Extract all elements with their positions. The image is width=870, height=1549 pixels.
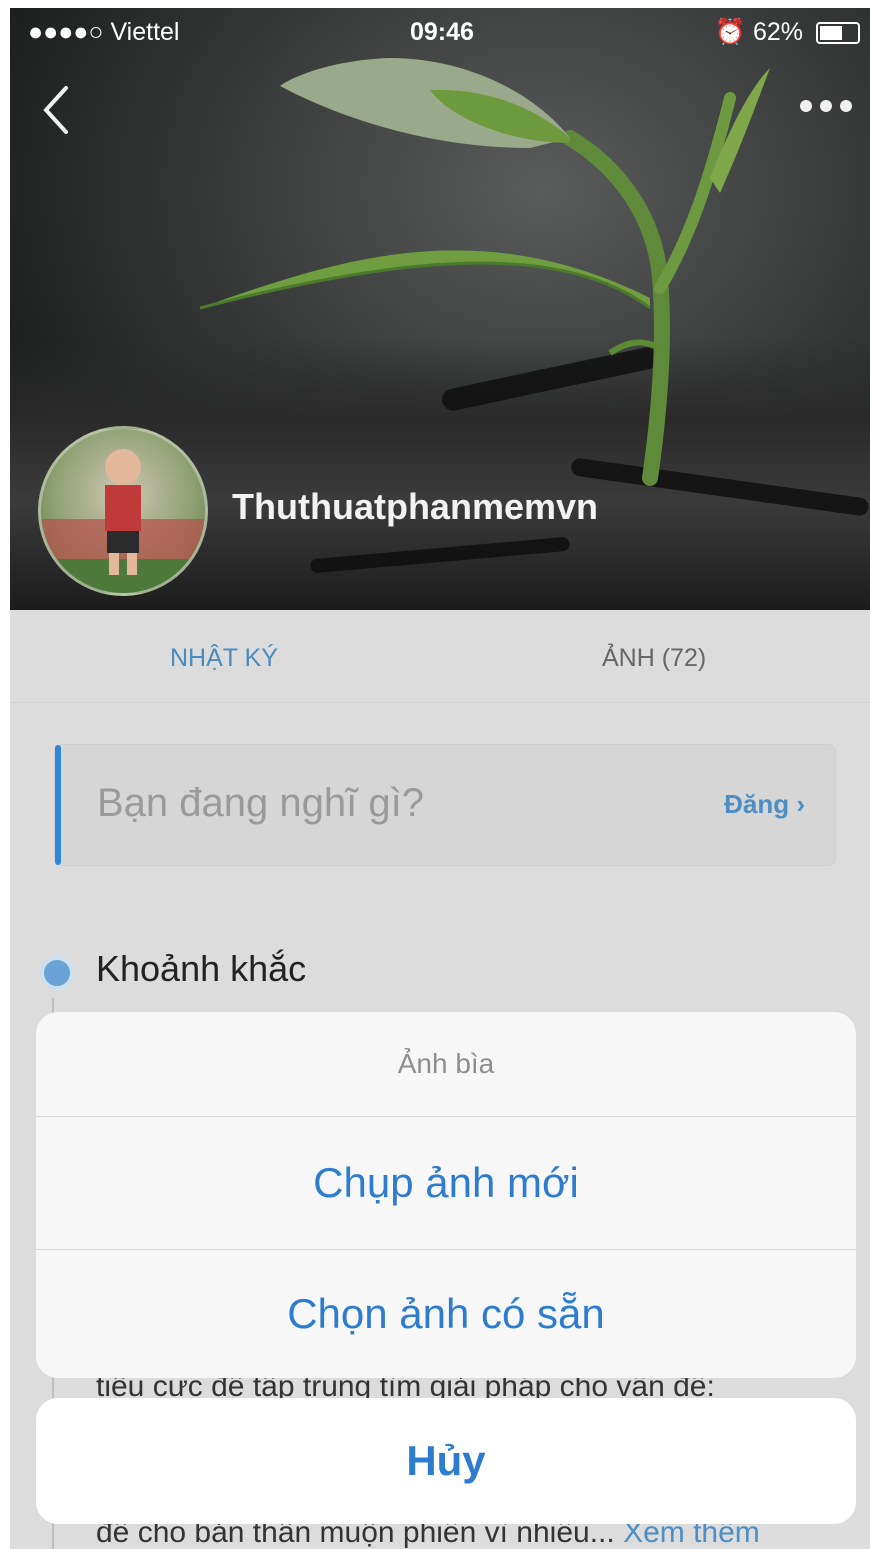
action-sheet-title: Ảnh bìa — [36, 1012, 856, 1117]
tab-photos[interactable]: ẢNH (72) — [602, 644, 706, 673]
chevron-right-icon: › — [796, 789, 805, 819]
clock: 09:46 — [410, 18, 474, 46]
battery-indicator: ⏰ 62% — [715, 18, 860, 47]
tab-diary[interactable]: NHẬT KÝ — [170, 644, 278, 673]
post-button[interactable]: Đăng › — [724, 789, 805, 820]
battery-icon — [816, 22, 860, 45]
take-new-photo-button[interactable]: Chụp ảnh mới — [36, 1116, 856, 1250]
timeline-dot-icon — [40, 956, 74, 990]
battery-fill — [820, 26, 842, 41]
profile-tabs: NHẬT KÝ ẢNH (72) — [10, 610, 870, 703]
more-options-button[interactable] — [796, 94, 856, 118]
back-button[interactable] — [36, 80, 76, 140]
battery-percent: 62% — [753, 18, 804, 46]
choose-existing-photo-button[interactable]: Chọn ảnh có sẵn — [36, 1250, 856, 1378]
status-composer[interactable]: Bạn đang nghĩ gì? Đăng › — [54, 744, 836, 866]
alarm-icon: ⏰ — [714, 18, 747, 46]
profile-name: Thuthuatphanmemvn — [232, 486, 598, 527]
avatar-child-photo — [41, 449, 205, 593]
action-sheet: Ảnh bìa Chụp ảnh mới Chọn ảnh có sẵn — [36, 1012, 856, 1378]
carrier-label: ●●●●○ Viettel — [28, 18, 180, 46]
phone-screen: ●●●●○ Viettel 09:46 ⏰ 62% Thuthuatphanme… — [10, 8, 870, 1549]
status-bar: ●●●●○ Viettel 09:46 ⏰ 62% — [10, 8, 870, 58]
post-label: Đăng — [724, 789, 790, 819]
composer-placeholder[interactable]: Bạn đang nghĩ gì? — [97, 781, 424, 826]
chevron-left-icon — [43, 86, 68, 134]
cover-photo[interactable]: ●●●●○ Viettel 09:46 ⏰ 62% Thuthuatphanme… — [10, 8, 870, 610]
avatar[interactable] — [38, 426, 208, 596]
more-dots-icon — [800, 100, 852, 112]
cancel-button[interactable]: Hủy — [36, 1398, 856, 1524]
composer-accent-bar — [55, 745, 61, 865]
moments-title: Khoảnh khắc — [96, 948, 307, 989]
